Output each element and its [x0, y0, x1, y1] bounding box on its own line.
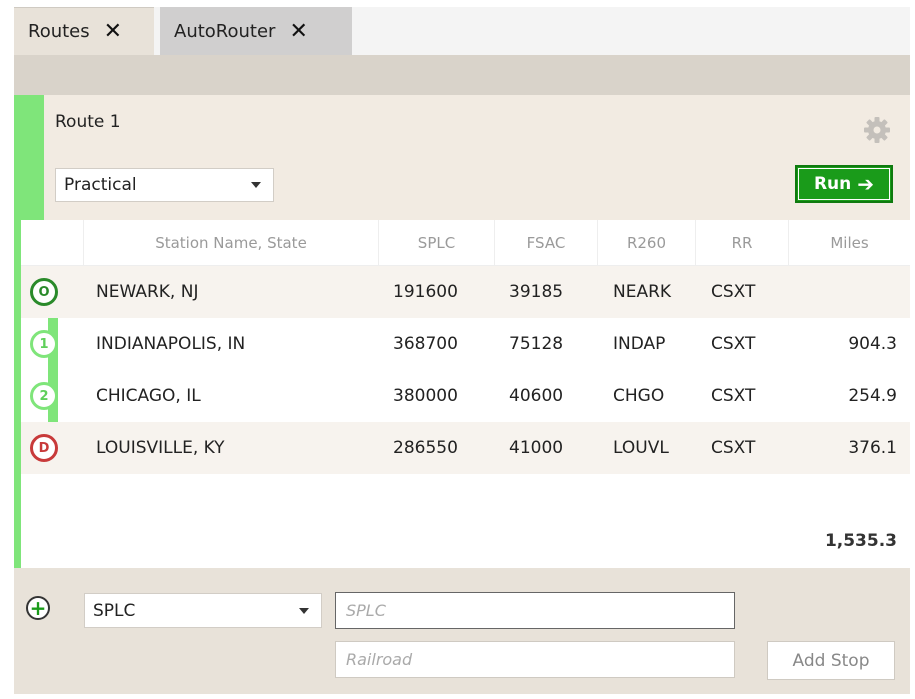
tab-autorouter[interactable]: AutoRouter ✕ [160, 7, 352, 55]
table-row[interactable]: D LOUISVILLE, KY 286550 41000 LOUVL CSXT… [21, 422, 910, 474]
column-header-station[interactable]: Station Name, State [83, 220, 378, 266]
splc-value: 191600 [393, 282, 458, 302]
route-accent-bar [14, 95, 44, 220]
tab-routes[interactable]: Routes ✕ [14, 7, 154, 55]
r260-value: CHGO [613, 386, 665, 406]
rr-value: CSXT [711, 334, 756, 354]
table-header: Station Name, State SPLC FSAC R260 RR Mi… [21, 220, 910, 266]
total-miles: 1,535.3 [824, 531, 897, 551]
rr-value: CSXT [711, 438, 756, 458]
destination-marker-icon: D [30, 434, 58, 462]
table-row[interactable]: O NEWARK, NJ 191600 39185 NEARK CSXT [21, 266, 910, 318]
chevron-down-icon [251, 182, 261, 188]
tab-autorouter-label: AutoRouter [174, 20, 276, 42]
chevron-down-icon [299, 607, 309, 614]
fsac-value: 75128 [509, 334, 564, 354]
station-name: NEWARK, NJ [96, 282, 199, 302]
table-row[interactable]: 2 CHICAGO, IL 380000 40600 CHGO CSXT 254… [21, 370, 910, 422]
close-icon[interactable]: ✕ [289, 19, 307, 44]
stop-type-select[interactable]: SPLC [84, 593, 322, 628]
route-panel: Route 1 Practical Run ➔ Station Name, St… [14, 95, 910, 568]
splc-value: 286550 [393, 438, 458, 458]
toolbar-band [14, 55, 910, 95]
miles-value: 254.9 [848, 386, 897, 406]
routing-mode-value: Practical [64, 175, 137, 195]
splc-value: 380000 [393, 386, 458, 406]
station-name: CHICAGO, IL [96, 386, 201, 406]
column-header-fsac[interactable]: FSAC [494, 220, 597, 266]
route-accent-line [14, 220, 21, 568]
station-name: INDIANAPOLIS, IN [96, 334, 246, 354]
gear-icon[interactable] [862, 115, 892, 145]
station-name: LOUISVILLE, KY [96, 438, 225, 458]
arrow-right-icon: ➔ [857, 172, 875, 196]
fsac-value: 41000 [509, 438, 564, 458]
routes-window: Routes ✕ AutoRouter ✕ Route 1 Practical … [14, 7, 910, 694]
origin-marker-icon: O [30, 278, 58, 306]
table-row[interactable]: 1 INDIANAPOLIS, IN 368700 75128 INDAP CS… [21, 318, 910, 370]
add-stop-panel: + SPLC Add Stop [14, 568, 910, 694]
plus-circle-icon[interactable]: + [26, 596, 50, 620]
stop-marker-icon: 2 [30, 382, 58, 410]
rr-value: CSXT [711, 386, 756, 406]
miles-value: 904.3 [848, 334, 897, 354]
stops-table: Station Name, State SPLC FSAC R260 RR Mi… [21, 220, 910, 568]
column-header-rr[interactable]: RR [695, 220, 788, 266]
r260-value: LOUVL [613, 438, 669, 458]
splc-input[interactable] [335, 592, 735, 629]
add-stop-button[interactable]: Add Stop [767, 641, 895, 680]
fsac-value: 40600 [509, 386, 564, 406]
route-title: Route 1 [55, 112, 121, 132]
column-header-r260[interactable]: R260 [597, 220, 695, 266]
railroad-input[interactable] [335, 641, 735, 678]
stop-type-value: SPLC [93, 600, 136, 621]
r260-value: NEARK [613, 282, 672, 302]
run-button[interactable]: Run ➔ [795, 165, 893, 203]
routing-mode-select[interactable]: Practical [55, 168, 274, 202]
tab-bar: Routes ✕ AutoRouter ✕ [14, 7, 910, 55]
column-header-splc[interactable]: SPLC [378, 220, 494, 266]
run-button-label: Run [813, 174, 852, 194]
miles-value: 376.1 [848, 438, 897, 458]
stop-marker-icon: 1 [30, 330, 58, 358]
fsac-value: 39185 [509, 282, 564, 302]
tab-routes-label: Routes [28, 21, 90, 42]
column-header-miles[interactable]: Miles [788, 220, 910, 266]
rr-value: CSXT [711, 282, 756, 302]
splc-value: 368700 [393, 334, 458, 354]
miles-value [788, 266, 897, 318]
r260-value: INDAP [613, 334, 666, 354]
close-icon[interactable]: ✕ [104, 19, 122, 44]
